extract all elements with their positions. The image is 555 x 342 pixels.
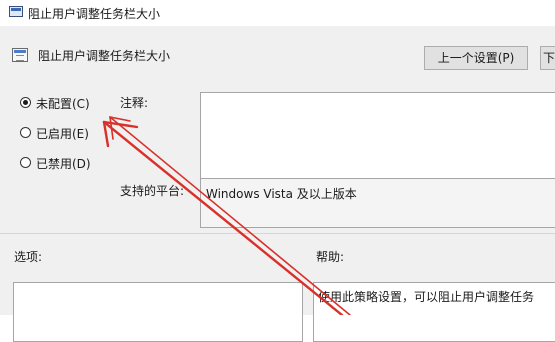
help-label: 帮助: [316, 250, 345, 264]
comment-textarea[interactable] [200, 92, 555, 182]
previous-setting-button[interactable]: 上一个设置(P) [424, 46, 528, 70]
section-divider [0, 233, 555, 234]
policy-dialog: 阻止用户调整任务栏大小 上一个设置(P) 下 未配置(C) 已启用(E) 已禁用… [0, 26, 555, 342]
options-label: 选项: [14, 250, 43, 264]
radio-not-configured-label: 未配置(C) [36, 97, 90, 111]
next-setting-button[interactable]: 下 [540, 46, 555, 70]
comment-label: 注释: [120, 96, 149, 110]
help-panel: 使用此策略设置，可以阻止用户调整任务 [313, 282, 555, 342]
radio-enabled-indicator[interactable] [20, 127, 31, 138]
policy-setting-icon [12, 48, 28, 62]
title-bar: 阻止用户调整任务栏大小 [0, 0, 555, 26]
supported-on-label: 支持的平台: [120, 184, 185, 198]
radio-disabled-label: 已禁用(D) [36, 157, 91, 171]
supported-on-field: Windows Vista 及以上版本 [200, 178, 555, 228]
window-title: 阻止用户调整任务栏大小 [28, 7, 161, 21]
policy-window-icon [9, 6, 23, 17]
radio-enabled-label: 已启用(E) [36, 127, 89, 141]
supported-on-value: Windows Vista 及以上版本 [206, 187, 357, 201]
options-panel [13, 282, 303, 342]
policy-name: 阻止用户调整任务栏大小 [38, 49, 171, 63]
radio-disabled-indicator[interactable] [20, 157, 31, 168]
radio-not-configured-indicator[interactable] [20, 97, 31, 108]
help-text: 使用此策略设置，可以阻止用户调整任务 [318, 290, 535, 304]
